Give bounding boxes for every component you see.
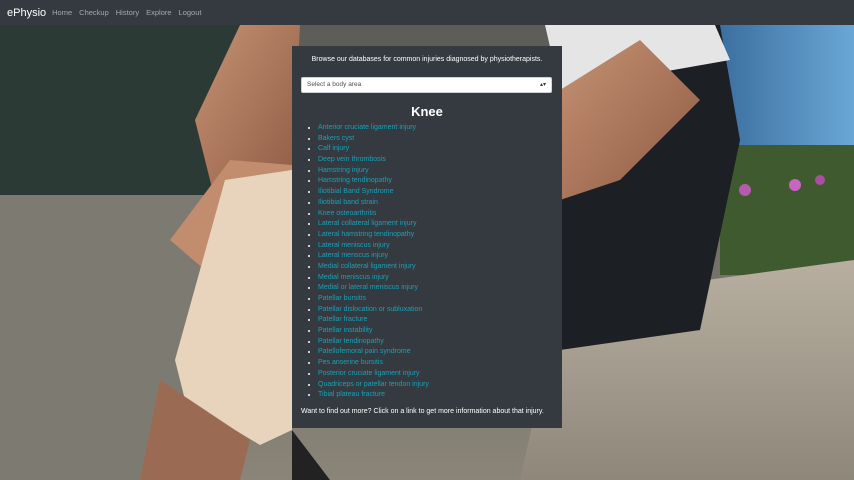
list-item: Knee osteoarthritis [318, 209, 429, 220]
injury-link[interactable]: Pes anserine bursitis [318, 359, 383, 366]
list-item: Anterior cruciate ligament injury [318, 123, 429, 134]
injury-link[interactable]: Anterior cruciate ligament injury [318, 124, 416, 131]
injury-link[interactable]: Lateral meniscus injury [318, 242, 390, 249]
list-item: Patellar bursitis [318, 294, 429, 305]
list-item: Calf injury [318, 144, 429, 155]
list-item: Lateral hamstring tendinopathy [318, 230, 429, 241]
injury-list: Anterior cruciate ligament injury Bakers… [318, 123, 429, 401]
list-item: Patellar tendinopathy [318, 337, 429, 348]
injury-link[interactable]: Patellar fracture [318, 316, 367, 323]
footer-hint-text: Want to find out more? Click on a link t… [301, 408, 544, 415]
nav-link-checkup[interactable]: Checkup [79, 8, 109, 17]
top-navbar: ePhysio Home Checkup History Explore Log… [0, 0, 854, 25]
chevron-updown-icon: ▴▾ [539, 82, 546, 88]
injury-link[interactable]: Patellar dislocation or subluxation [318, 306, 422, 313]
list-item: Iliotibial band strain [318, 198, 429, 209]
list-item: Deep vein thrombosis [318, 155, 429, 166]
list-item: Lateral collateral ligament injury [318, 219, 429, 230]
nav-link-logout[interactable]: Logout [179, 8, 202, 17]
injury-link[interactable]: Quadriceps or patellar tendon injury [318, 381, 429, 388]
injury-link[interactable]: Lateral menscus injury [318, 252, 388, 259]
body-area-select[interactable]: Select a body area ▴▾ [301, 77, 552, 93]
list-item: Patellofemoral pain syndrome [318, 347, 429, 358]
injury-link[interactable]: Patellar instability [318, 327, 372, 334]
injury-link[interactable]: Knee osteoarthritis [318, 210, 376, 217]
injury-link[interactable]: Posterior cruciate ligament injury [318, 370, 420, 377]
injury-link[interactable]: Tibial plateau fracture [318, 391, 385, 398]
injury-link[interactable]: Patellofemoral pain syndrome [318, 348, 411, 355]
injury-link[interactable]: Hamstring injury [318, 167, 369, 174]
list-item: Hamstring tendinopathy [318, 176, 429, 187]
injury-link[interactable]: Bakers cyst [318, 135, 354, 142]
injury-link[interactable]: Lateral collateral ligament injury [318, 220, 416, 227]
injury-link[interactable]: Hamstring tendinopathy [318, 177, 392, 184]
brand-logo-link[interactable]: ePhysio [7, 7, 46, 19]
list-item: Medial meniscus injury [318, 273, 429, 284]
nav-link-explore[interactable]: Explore [146, 8, 171, 17]
injury-link[interactable]: Iliotibial Band Syndrome [318, 188, 394, 195]
injury-link[interactable]: Patellar tendinopathy [318, 338, 384, 345]
injury-link[interactable]: Medial meniscus injury [318, 274, 389, 281]
list-item: Lateral meniscus injury [318, 241, 429, 252]
list-item: Iliotibial Band Syndrome [318, 187, 429, 198]
injury-link[interactable]: Calf injury [318, 145, 349, 152]
nav-link-home[interactable]: Home [52, 8, 72, 17]
list-item: Posterior cruciate ligament injury [318, 369, 429, 380]
list-item: Tibial plateau fracture [318, 390, 429, 401]
list-item: Quadriceps or patellar tendon injury [318, 380, 429, 391]
select-value: Select a body area [307, 81, 362, 88]
list-item: Hamstring injury [318, 166, 429, 177]
injury-link[interactable]: Medial or lateral meniscus injury [318, 284, 418, 291]
list-item: Patellar fracture [318, 315, 429, 326]
injury-browser-panel: Browse our databases for common injuries… [292, 46, 562, 428]
list-item: Lateral menscus injury [318, 251, 429, 262]
list-item: Medial or lateral meniscus injury [318, 283, 429, 294]
intro-text: Browse our databases for common injuries… [311, 56, 543, 63]
list-item: Bakers cyst [318, 134, 429, 145]
injury-link[interactable]: Patellar bursitis [318, 295, 366, 302]
injury-link[interactable]: Iliotibial band strain [318, 199, 378, 206]
injury-link[interactable]: Medial collateral ligament injury [318, 263, 416, 270]
list-item: Patellar instability [318, 326, 429, 337]
list-item: Medial collateral ligament injury [318, 262, 429, 273]
body-area-heading: Knee [411, 104, 443, 119]
list-item: Patellar dislocation or subluxation [318, 305, 429, 316]
list-item: Pes anserine bursitis [318, 358, 429, 369]
nav-link-history[interactable]: History [116, 8, 139, 17]
injury-link[interactable]: Lateral hamstring tendinopathy [318, 231, 414, 238]
injury-link[interactable]: Deep vein thrombosis [318, 156, 386, 163]
